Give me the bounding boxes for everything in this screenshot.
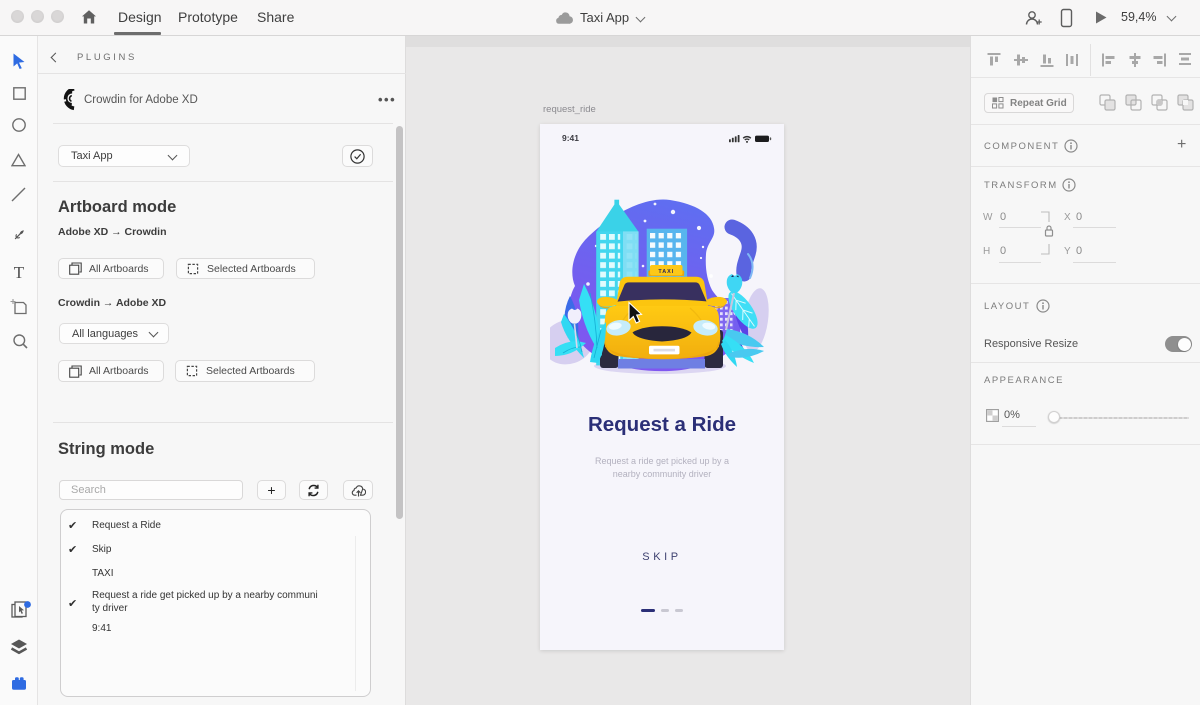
svg-text:TAXI: TAXI — [658, 269, 674, 275]
